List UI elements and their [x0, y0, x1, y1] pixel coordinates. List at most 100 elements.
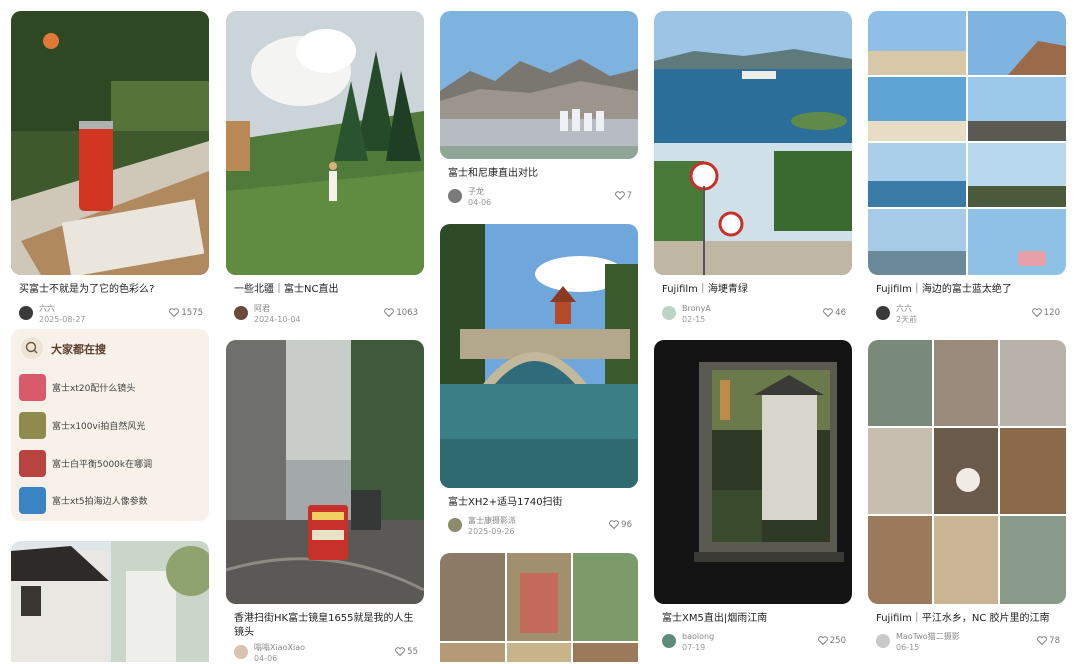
like-button[interactable]: 1063: [384, 308, 418, 318]
heart-icon: [817, 636, 828, 645]
note-date: 07-19: [682, 643, 706, 652]
trending-thumb: [19, 412, 46, 439]
like-button[interactable]: 55: [395, 647, 418, 657]
trending-thumb: [19, 487, 46, 514]
author-name[interactable]: 六六: [39, 303, 55, 314]
search-icon: [21, 337, 43, 359]
trending-item[interactable]: 富士xt20配什么镜头: [19, 374, 205, 402]
heart-icon: [609, 520, 620, 529]
author-name[interactable]: 富士康摄影派: [468, 515, 516, 526]
note-card[interactable]: Fujifilm｜海埂青绿 BronyA 02-15 46: [654, 11, 852, 326]
author-name[interactable]: 六六: [896, 303, 912, 314]
like-count: 46: [835, 308, 846, 318]
heart-icon: [395, 647, 406, 656]
note-date: 2天前: [896, 315, 918, 324]
note-card[interactable]: 一些北疆｜富士NC直出 阿君 2024-10-04 1063: [226, 11, 424, 326]
note-title[interactable]: 一些北疆｜富士NC直出: [234, 283, 418, 297]
heart-icon: [614, 191, 625, 200]
like-count: 78: [1049, 636, 1060, 646]
note-meta: 阿君 2024-10-04 1063: [234, 303, 418, 325]
note-cover-image[interactable]: [440, 553, 638, 662]
trending-item-label: 富士xt5拍海边人像参数: [52, 497, 148, 507]
note-cover-image[interactable]: [654, 340, 852, 604]
note-card[interactable]: 香港扫街HK富士镜皇1655就是我的人生镜头 嗡嗡XiaoXiao 04-06 …: [226, 340, 424, 664]
author-avatar[interactable]: [234, 306, 248, 320]
note-title[interactable]: 富士XM5直出|烟雨江南: [662, 612, 846, 626]
like-button[interactable]: 120: [1031, 308, 1060, 318]
author-avatar[interactable]: [19, 306, 33, 320]
note-card[interactable]: 富士XM5直出|烟雨江南 baolong 07-19 250: [654, 340, 852, 662]
heart-icon: [384, 308, 395, 317]
note-date: 2024-10-04: [254, 315, 301, 324]
note-cover-image[interactable]: [226, 340, 424, 604]
author-avatar[interactable]: [662, 306, 676, 320]
like-count: 7: [626, 191, 632, 201]
author-avatar[interactable]: [662, 634, 676, 648]
note-title[interactable]: Fujifilm｜海边的富士蓝太绝了: [876, 283, 1060, 297]
trending-item[interactable]: 富士白平衡5000k在哪调: [19, 450, 205, 478]
author-avatar[interactable]: [876, 306, 890, 320]
note-meta: 六六 2天前 120: [876, 303, 1060, 325]
author-name[interactable]: BronyA: [682, 303, 711, 314]
note-card[interactable]: 买富士不就是为了它的色彩么? 六六 2025-08-27 1575: [11, 11, 209, 326]
note-cover-image[interactable]: [440, 11, 638, 159]
author-name[interactable]: 子龙: [468, 186, 484, 197]
note-meta: 富士康摄影派 2025-09-26 96: [448, 515, 632, 537]
note-meta: 子龙 04-06 7: [448, 186, 632, 208]
heart-icon: [169, 308, 180, 317]
note-card[interactable]: [11, 541, 209, 662]
note-title[interactable]: 富士和尼康直出对比: [448, 167, 632, 181]
author-avatar[interactable]: [448, 518, 462, 532]
note-cover-image[interactable]: [11, 11, 209, 275]
note-date: 02-15: [682, 315, 706, 324]
author-name[interactable]: baolong: [682, 631, 714, 642]
trending-item-label: 富士xt20配什么镜头: [52, 384, 136, 394]
note-title[interactable]: 富士XH2+适马1740扫街: [448, 496, 632, 510]
note-title[interactable]: 香港扫街HK富士镜皇1655就是我的人生镜头: [234, 612, 418, 640]
note-card[interactable]: [440, 553, 638, 662]
note-cover-image[interactable]: [11, 541, 209, 662]
note-title[interactable]: 买富士不就是为了它的色彩么?: [19, 283, 203, 297]
note-card[interactable]: 富士和尼康直出对比 子龙 04-06 7: [440, 11, 638, 211]
note-meta: 嗡嗡XiaoXiao 04-06 55: [234, 642, 418, 664]
note-card[interactable]: 富士XH2+适马1740扫街 富士康摄影派 2025-09-26 96: [440, 224, 638, 540]
like-button[interactable]: 96: [609, 520, 632, 530]
note-date: 2025-09-26: [468, 527, 515, 536]
heart-icon: [1037, 636, 1048, 645]
note-date: 2025-08-27: [39, 315, 86, 324]
note-meta: MaoTwo猫二摄影 06-15 78: [876, 631, 1060, 653]
like-button[interactable]: 250: [817, 636, 846, 646]
note-title[interactable]: Fujifilm｜海埂青绿: [662, 283, 846, 297]
like-button[interactable]: 7: [614, 191, 632, 201]
author-name[interactable]: MaoTwo猫二摄影: [896, 631, 960, 642]
author-avatar[interactable]: [234, 645, 248, 659]
like-button[interactable]: 46: [823, 308, 846, 318]
note-meta: baolong 07-19 250: [662, 631, 846, 653]
note-title[interactable]: Fujifilm｜平江水乡，NC 胶片里的江南: [876, 612, 1060, 626]
author-name[interactable]: 阿君: [254, 303, 270, 314]
trending-item[interactable]: 富士x100vi拍自然风光: [19, 412, 205, 440]
note-meta: BronyA 02-15 46: [662, 303, 846, 325]
like-count: 250: [829, 636, 846, 646]
author-avatar[interactable]: [876, 634, 890, 648]
note-date: 04-06: [254, 654, 278, 663]
trending-thumb: [19, 374, 46, 401]
note-date: 06-15: [896, 643, 920, 652]
note-cover-image[interactable]: [654, 11, 852, 275]
author-name[interactable]: 嗡嗡XiaoXiao: [254, 642, 305, 653]
trending-item[interactable]: 富士xt5拍海边人像参数: [19, 487, 205, 515]
note-card[interactable]: Fujifilm｜海边的富士蓝太绝了 六六 2天前 120: [868, 11, 1066, 326]
note-cover-image[interactable]: [868, 340, 1066, 604]
note-cover-image[interactable]: [226, 11, 424, 275]
note-card[interactable]: Fujifilm｜平江水乡，NC 胶片里的江南 MaoTwo猫二摄影 06-15…: [868, 340, 1066, 662]
trending-title: 大家都在搜: [51, 343, 106, 356]
trending-item-label: 富士x100vi拍自然风光: [52, 422, 146, 432]
note-cover-image[interactable]: [868, 11, 1066, 275]
like-button[interactable]: 1575: [169, 308, 203, 318]
note-cover-image[interactable]: [440, 224, 638, 488]
trending-thumb: [19, 450, 46, 477]
note-meta: 六六 2025-08-27 1575: [19, 303, 203, 325]
like-button[interactable]: 78: [1037, 636, 1060, 646]
author-avatar[interactable]: [448, 189, 462, 203]
note-date: 04-06: [468, 198, 492, 207]
